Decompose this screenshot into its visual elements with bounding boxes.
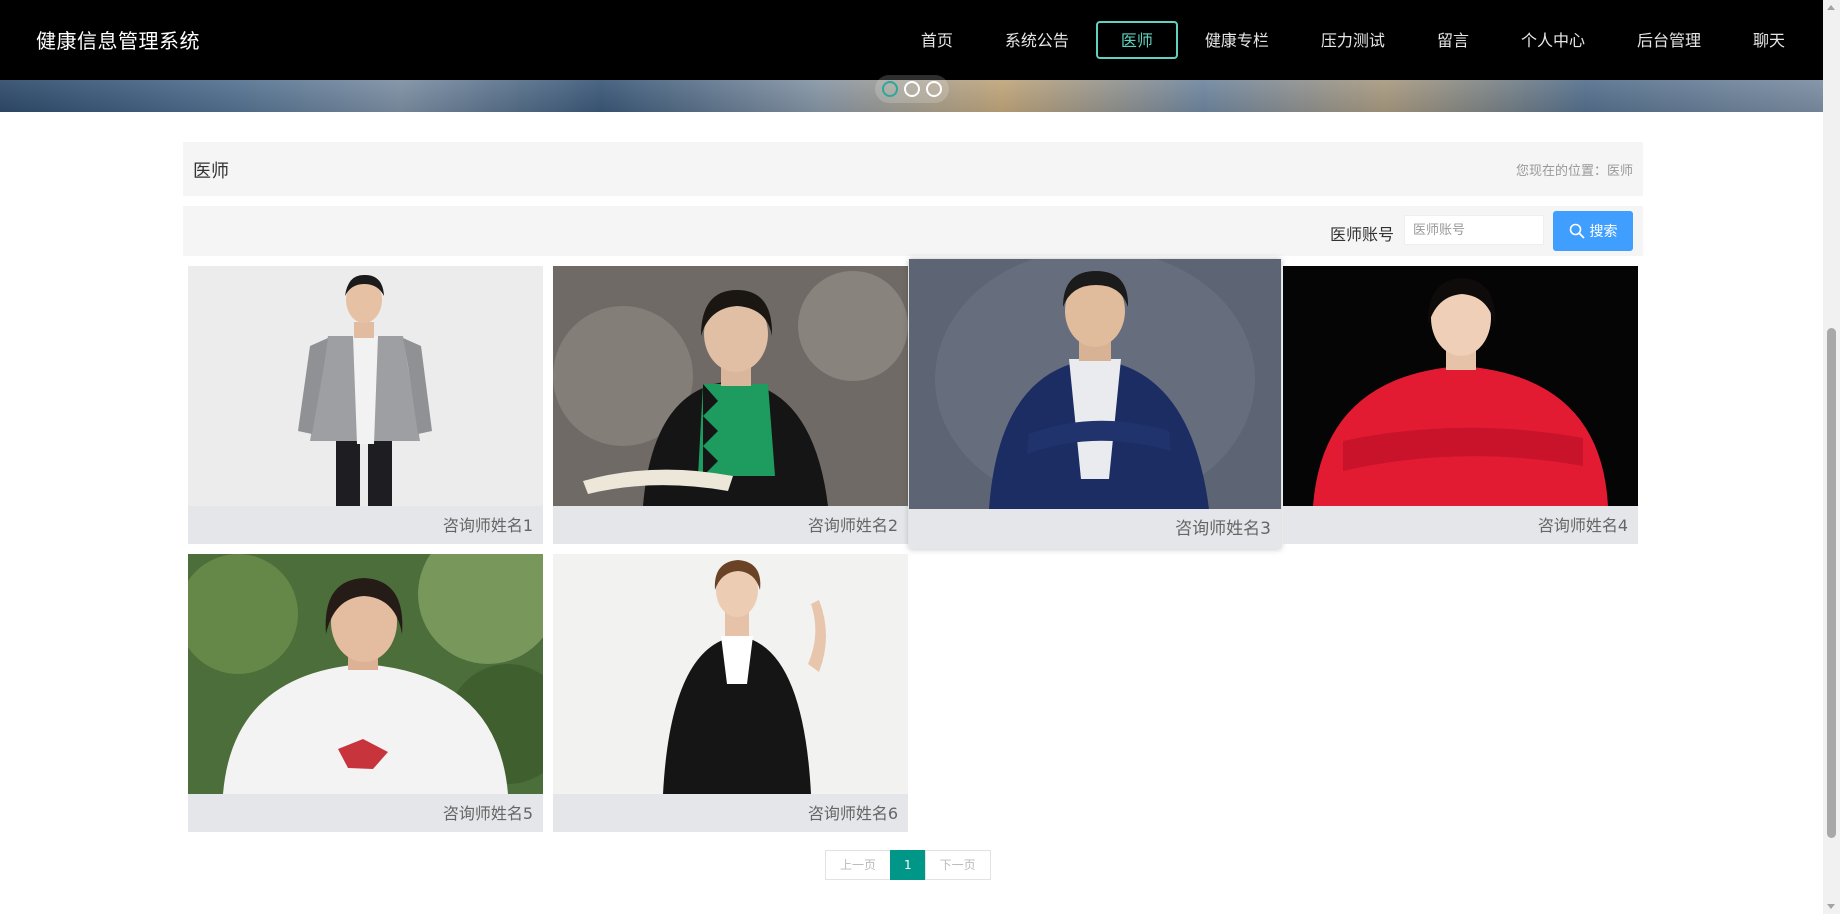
carousel-dot[interactable] — [882, 81, 898, 97]
nav-item-health-column[interactable]: 健康专栏 — [1180, 21, 1294, 59]
main-nav: 首页 系统公告 医师 健康专栏 压力测试 留言 个人中心 后台管理 聊天 — [895, 0, 1811, 80]
search-icon — [1569, 223, 1584, 239]
carousel-dot[interactable] — [904, 81, 920, 97]
doctor-name: 咨询师姓名3 — [1175, 519, 1271, 539]
doctor-photo — [1283, 266, 1638, 506]
doctor-account-search-input[interactable] — [1404, 215, 1544, 245]
scroll-up-arrow-icon[interactable] — [1827, 5, 1835, 10]
scrollbar-thumb[interactable] — [1827, 328, 1836, 838]
doctor-photo — [188, 554, 543, 794]
search-label: 医师账号 — [1329, 225, 1394, 244]
nav-item-stress-test[interactable]: 压力测试 — [1296, 21, 1410, 59]
doctor-photo — [553, 554, 908, 794]
search-bar: 医师账号 搜索 — [183, 206, 1643, 256]
nav-item-chat[interactable]: 聊天 — [1728, 21, 1810, 59]
scroll-down-arrow-icon[interactable] — [1827, 904, 1835, 909]
doctor-photo — [188, 266, 543, 506]
doctor-card[interactable]: 咨询师姓名5 — [188, 554, 543, 832]
breadcrumb-current-link[interactable]: 医师 — [1607, 160, 1633, 179]
search-button-label: 搜索 — [1589, 224, 1618, 240]
doctor-name: 咨询师姓名4 — [1537, 516, 1628, 535]
vertical-scrollbar[interactable] — [1823, 0, 1840, 914]
page-title: 医师 — [193, 161, 229, 182]
doctor-name: 咨询师姓名5 — [442, 804, 533, 823]
doctor-name: 咨询师姓名2 — [807, 516, 898, 535]
breadcrumb-prefix: 您现在的位置： — [1515, 164, 1607, 179]
prev-page-button[interactable]: 上一页 — [825, 850, 892, 880]
app-title: 健康信息管理系统 — [36, 29, 200, 53]
carousel-dot[interactable] — [926, 81, 942, 97]
breadcrumb-location: 您现在的位置： 医师 — [1516, 160, 1633, 179]
top-navbar: 健康信息管理系统 首页 系统公告 医师 健康专栏 压力测试 留言 个人中心 后台… — [0, 0, 1823, 80]
doctor-photo — [909, 259, 1281, 509]
nav-item-announcements[interactable]: 系统公告 — [980, 21, 1094, 59]
page: 健康信息管理系统 首页 系统公告 医师 健康专栏 压力测试 留言 个人中心 后台… — [0, 0, 1823, 914]
doctor-card[interactable]: 咨询师姓名1 — [188, 266, 543, 544]
carousel-indicators — [875, 75, 949, 103]
search-button[interactable]: 搜索 — [1553, 211, 1633, 251]
nav-item-admin[interactable]: 后台管理 — [1612, 21, 1726, 59]
next-page-button[interactable]: 下一页 — [924, 850, 991, 880]
breadcrumb: 医师 您现在的位置： 医师 — [183, 142, 1643, 196]
doctor-name: 咨询师姓名6 — [807, 804, 898, 823]
pagination: 上一页 1 下一页 — [825, 850, 991, 880]
doctor-card[interactable]: 咨询师姓名3 — [909, 259, 1281, 549]
nav-item-messages[interactable]: 留言 — [1412, 21, 1494, 59]
doctor-card[interactable]: 咨询师姓名2 — [553, 266, 908, 544]
doctor-card[interactable]: 咨询师姓名4 — [1283, 266, 1638, 544]
doctor-photo — [553, 266, 908, 506]
doctor-card[interactable]: 咨询师姓名6 — [553, 554, 908, 832]
doctor-name: 咨询师姓名1 — [442, 516, 533, 535]
nav-item-home[interactable]: 首页 — [896, 21, 978, 59]
page-number-current[interactable]: 1 — [890, 850, 926, 880]
nav-item-profile[interactable]: 个人中心 — [1496, 21, 1610, 59]
nav-item-doctors[interactable]: 医师 — [1095, 21, 1178, 59]
